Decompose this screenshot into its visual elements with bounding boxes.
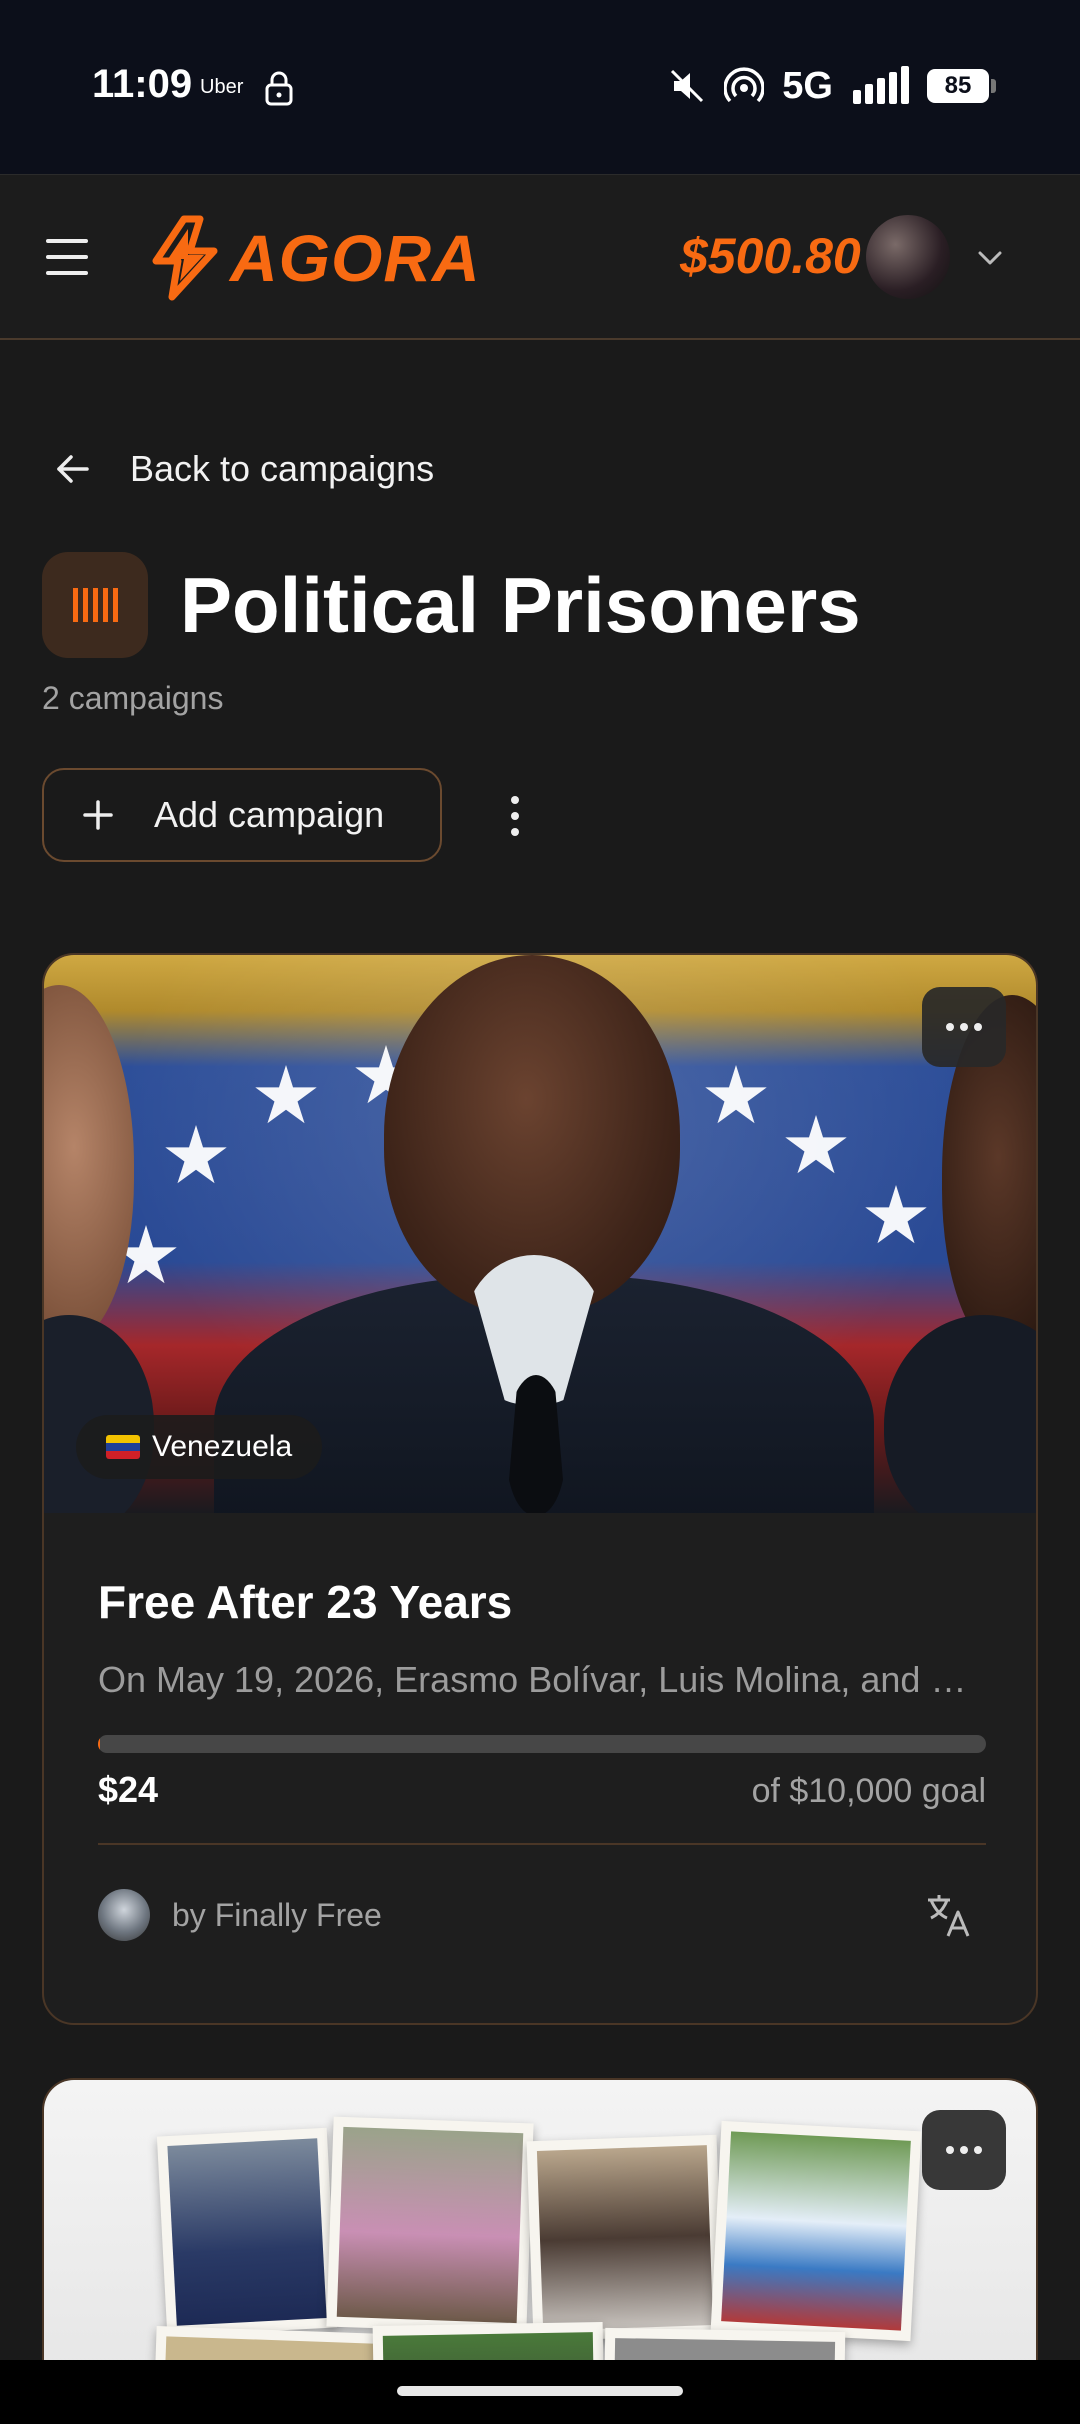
card-menu-button[interactable] — [922, 2110, 1006, 2190]
hotspot-icon — [724, 67, 765, 103]
page-title: Political Prisoners — [180, 560, 861, 649]
add-campaign-button[interactable]: Add campaign — [42, 768, 442, 862]
divider — [98, 1843, 986, 1845]
author-avatar — [98, 1889, 150, 1941]
app-header: AGORA $500.80 — [0, 174, 1080, 340]
campaign-count: 2 campaigns — [42, 680, 224, 716]
system-navigation-bar — [0, 2360, 1080, 2424]
back-to-campaigns-link[interactable]: Back to campaigns — [56, 448, 434, 490]
agora-logo[interactable]: AGORA — [148, 215, 481, 301]
category-header: Political Prisoners — [42, 552, 861, 658]
logo-text: AGORA — [230, 221, 481, 295]
status-app-indicator: Uber — [200, 76, 244, 98]
campaign-description: On May 19, 2026, Erasmo Bolívar, Luis Mo… — [98, 1659, 986, 1700]
menu-icon[interactable] — [46, 239, 88, 275]
country-tag: Venezuela — [76, 1415, 323, 1479]
add-campaign-label: Add campaign — [154, 794, 385, 835]
translate-icon[interactable] — [926, 1892, 972, 1938]
plus-icon — [83, 800, 113, 830]
home-gesture-handle[interactable] — [397, 2386, 683, 2396]
campaign-card[interactable]: Venezuela Free After 23 Years On May 19,… — [42, 953, 1038, 2025]
card-menu-button[interactable] — [922, 987, 1006, 1067]
funding-progress-fill — [98, 1735, 101, 1753]
network-type: 5G — [782, 64, 833, 107]
bolt-icon — [152, 215, 218, 301]
battery-icon: 85 — [927, 69, 996, 103]
funding-progress-bar — [98, 1735, 986, 1753]
back-label: Back to campaigns — [130, 448, 435, 489]
campaign-author[interactable]: by Finally Free — [98, 1889, 382, 1941]
more-options-icon[interactable] — [508, 796, 522, 836]
prison-bars-icon — [42, 552, 148, 658]
chevron-down-icon[interactable] — [975, 243, 1005, 273]
wallet-balance[interactable]: $500.80 — [680, 227, 861, 285]
funding-goal: of $10,000 goal — [751, 1772, 986, 1810]
campaign-title[interactable]: Free After 23 Years — [98, 1575, 986, 1629]
mute-icon — [671, 69, 704, 103]
campaign-card-body: Free After 23 Years On May 19, 2026, Era… — [98, 1575, 986, 1941]
country-label: Venezuela — [152, 1430, 293, 1463]
user-avatar[interactable] — [866, 215, 950, 299]
battery-level: 85 — [927, 69, 989, 103]
lock-icon — [265, 71, 293, 106]
status-bar: 11:09 Uber 5G 85 — [0, 0, 1080, 174]
signal-icon — [853, 66, 909, 104]
campaign-image: Venezuela — [44, 955, 1036, 1513]
amount-raised: $24 — [98, 1769, 159, 1810]
status-time: 11:09 — [92, 62, 193, 106]
arrow-left-icon — [57, 455, 89, 483]
author-label: by Finally Free — [172, 1896, 382, 1933]
venezuela-flag-icon — [106, 1435, 140, 1459]
